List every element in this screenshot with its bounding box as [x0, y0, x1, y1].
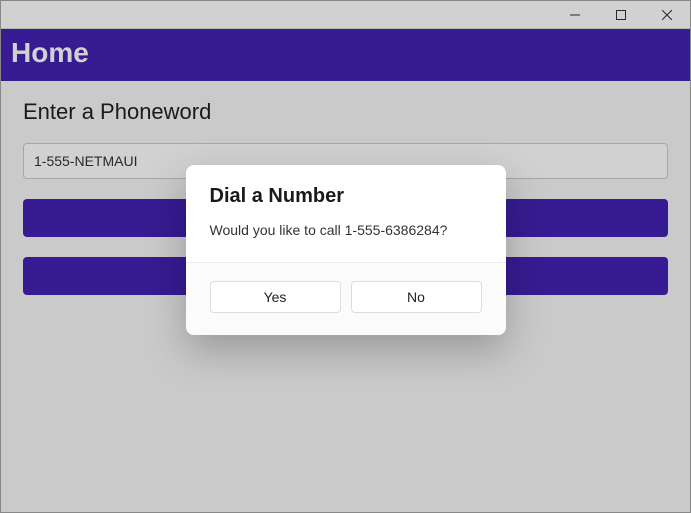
- dialog-message: Would you like to call 1-555-6386284?: [210, 222, 482, 238]
- dialog-actions: Yes No: [186, 262, 506, 335]
- confirm-dialog: Dial a Number Would you like to call 1-5…: [186, 165, 506, 335]
- dialog-title: Dial a Number: [210, 185, 482, 208]
- no-button[interactable]: No: [351, 281, 482, 313]
- yes-button[interactable]: Yes: [210, 281, 341, 313]
- dialog-body: Dial a Number Would you like to call 1-5…: [186, 165, 506, 262]
